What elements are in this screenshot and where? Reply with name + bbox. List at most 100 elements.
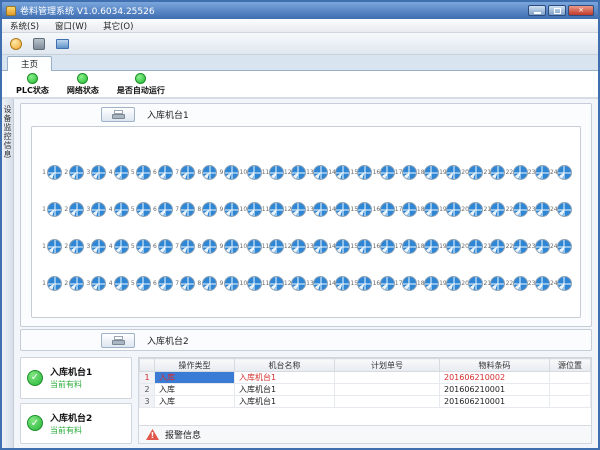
reel-dial-icon	[380, 276, 395, 291]
close-button[interactable]: ×	[568, 5, 594, 16]
cell-plan[interactable]	[335, 396, 440, 408]
card-title: 入库机台2	[50, 411, 92, 424]
reel-slot-17: 17	[395, 276, 417, 291]
reel-dial-icon	[557, 202, 572, 217]
slot-number: 20	[461, 243, 467, 250]
cell-src[interactable]	[550, 372, 591, 384]
reel-dial-icon	[136, 276, 151, 291]
slot-number: 18	[417, 280, 423, 287]
reel-slot-22: 22	[506, 239, 528, 254]
slot-number: 8	[195, 206, 201, 213]
tab-home[interactable]: 主页	[7, 56, 52, 71]
slot-number: 12	[284, 280, 290, 287]
clock-toolbar-button[interactable]	[7, 35, 25, 53]
reel-slot-9: 9	[217, 202, 239, 217]
settings-toolbar-button[interactable]	[30, 35, 48, 53]
slot-number: 19	[439, 169, 445, 176]
reel-dial-icon	[114, 276, 129, 291]
reel-dial-icon	[535, 202, 550, 217]
maximize-button[interactable]	[548, 5, 566, 16]
cell-op[interactable]: 入库	[155, 396, 235, 408]
cell-barcode[interactable]: 201606210001	[440, 384, 550, 396]
slot-number: 13	[306, 280, 312, 287]
alarm-label: 报警信息	[165, 428, 201, 441]
reel-dial-icon	[535, 239, 550, 254]
slot-number: 20	[461, 280, 467, 287]
menu-other[interactable]: 其它(O)	[95, 20, 141, 32]
reel-dial-icon	[380, 239, 395, 254]
cell-machine[interactable]: 入库机台1	[235, 396, 335, 408]
reel-dial-icon	[224, 202, 239, 217]
reel-slot-12: 12	[284, 165, 306, 180]
machine2-print-button[interactable]	[101, 333, 135, 348]
slot-number: 24	[550, 280, 556, 287]
collapsed-side-panel[interactable]: 设备监控信息	[2, 99, 14, 448]
monitor-toolbar-button[interactable]	[53, 35, 71, 53]
reel-dial-icon	[69, 165, 84, 180]
slot-number: 12	[284, 206, 290, 213]
row-number: 1	[140, 372, 155, 384]
reel-dial-icon	[380, 202, 395, 217]
reel-slot-6: 6	[151, 276, 173, 291]
reel-dial-icon	[357, 202, 372, 217]
slot-number: 15	[350, 169, 356, 176]
machine1-print-button[interactable]	[101, 107, 135, 122]
slot-number: 19	[439, 206, 445, 213]
slot-number: 6	[151, 243, 157, 250]
reel-dial-icon	[47, 202, 62, 217]
cell-src[interactable]	[550, 384, 591, 396]
cell-machine[interactable]: 入库机台1	[235, 372, 335, 384]
reel-slot-12: 12	[284, 239, 306, 254]
cell-barcode[interactable]: 201606210002	[440, 372, 550, 384]
slot-number: 5	[129, 169, 135, 176]
reel-slot-18: 18	[417, 239, 439, 254]
cell-barcode[interactable]: 201606210001	[440, 396, 550, 408]
reel-dial-icon	[202, 165, 217, 180]
slot-number: 5	[129, 243, 135, 250]
table-row[interactable]: 3入库入库机台1201606210001	[140, 396, 591, 408]
cell-op[interactable]: 入库	[155, 372, 235, 384]
slot-number: 12	[284, 169, 290, 176]
reel-slot-13: 13	[306, 239, 328, 254]
menu-window[interactable]: 窗口(W)	[47, 20, 95, 32]
slot-number: 3	[84, 243, 90, 250]
cell-plan[interactable]	[335, 372, 440, 384]
autorun-status-led-icon	[135, 73, 146, 84]
reel-slot-24: 24	[550, 276, 572, 291]
minimize-button[interactable]	[528, 5, 546, 16]
alarm-bar: ! 报警信息	[139, 425, 591, 443]
reel-dial-icon	[136, 239, 151, 254]
cell-op[interactable]: 入库	[155, 384, 235, 396]
table-row[interactable]: 1入库入库机台1 201606210002	[140, 372, 591, 384]
slot-number: 9	[217, 169, 223, 176]
reel-slot-22: 22	[506, 165, 528, 180]
slot-number: 6	[151, 206, 157, 213]
reel-slot-6: 6	[151, 202, 173, 217]
menu-system[interactable]: 系统(S)	[2, 20, 47, 32]
machine1-header: 入库机台1	[21, 104, 591, 124]
slot-number: 24	[550, 169, 556, 176]
autorun-status-indicator: 是否自动运行	[117, 73, 165, 96]
cell-machine[interactable]: 入库机台1	[235, 384, 335, 396]
reel-dial-icon	[513, 276, 528, 291]
slot-number: 10	[240, 169, 246, 176]
reel-slot-21: 21	[483, 239, 505, 254]
dial-panel: 1234567891011121314151617181920212223241…	[31, 126, 581, 318]
table-row[interactable]: 2入库入库机台1201606210001	[140, 384, 591, 396]
content-area: 入库机台1 1234567891011121314151617181920212…	[14, 99, 598, 448]
reel-dial-icon	[446, 202, 461, 217]
reel-slot-2: 2	[62, 165, 84, 180]
cell-plan[interactable]	[335, 384, 440, 396]
cell-src[interactable]	[550, 396, 591, 408]
reel-dial-icon	[180, 239, 195, 254]
reel-dial-icon	[535, 276, 550, 291]
check-icon: ✓	[27, 370, 43, 386]
slot-number: 22	[506, 280, 512, 287]
slot-number: 13	[306, 243, 312, 250]
reel-slot-21: 21	[483, 276, 505, 291]
plc-status-led-icon	[27, 73, 38, 84]
reel-dial-icon	[335, 165, 350, 180]
reel-dial-icon	[247, 239, 262, 254]
reel-slot-23: 23	[528, 165, 550, 180]
reel-dial-icon	[47, 276, 62, 291]
